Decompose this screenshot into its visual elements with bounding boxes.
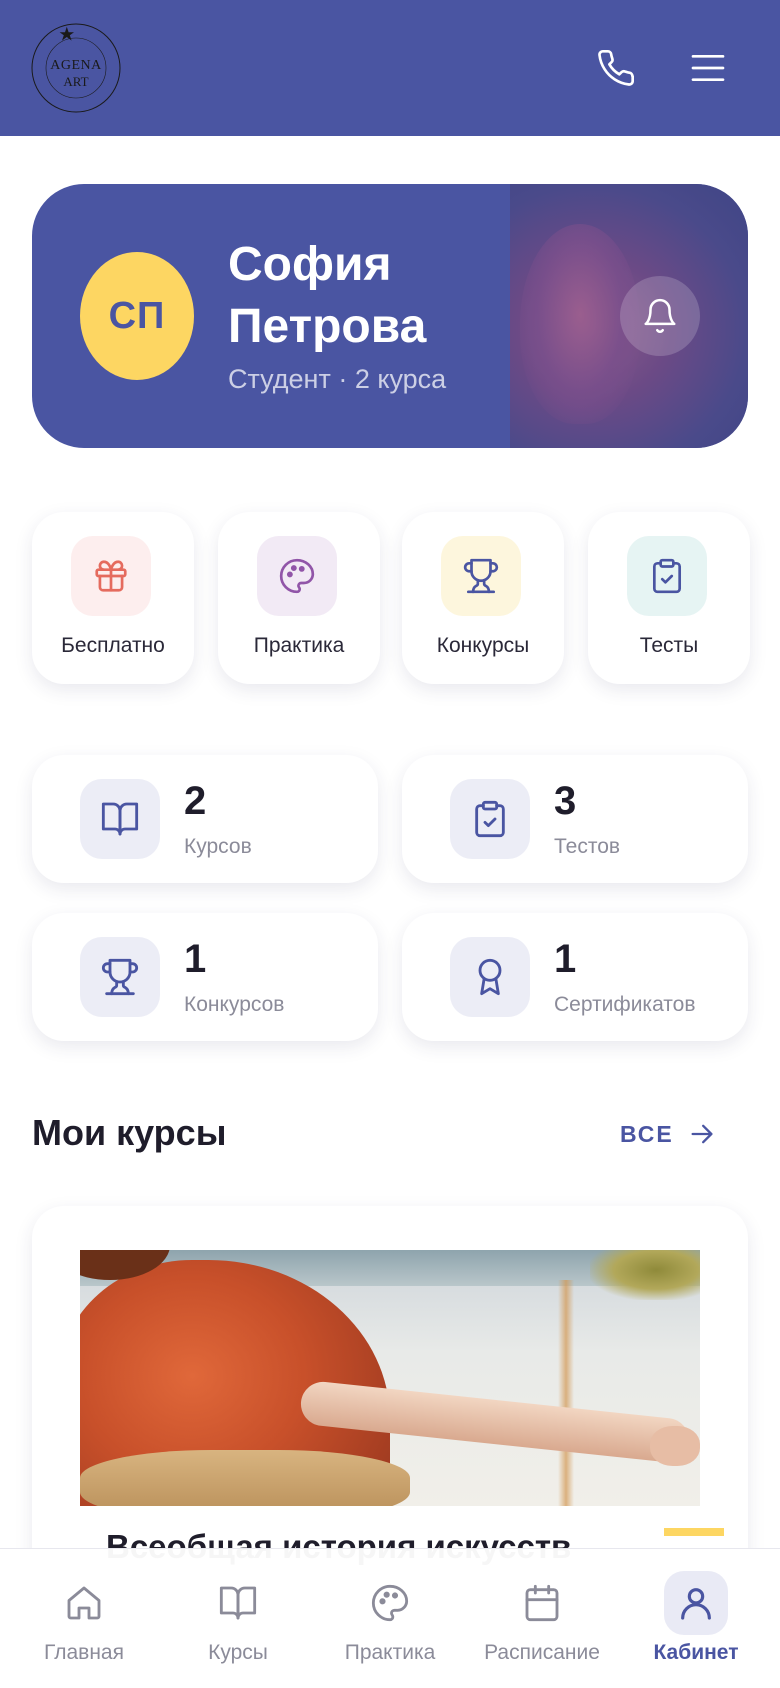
call-button[interactable] [588,40,644,96]
award-icon [478,958,502,996]
trophy-icon [463,558,499,594]
nav-label: Расписание [484,1641,600,1664]
nav-label: Практика [344,1641,436,1664]
top-app-bar: AGENA ART [0,0,780,136]
bell-icon [644,298,676,333]
stat-icon-box [80,937,160,1017]
profile-name: София Петрова [228,234,508,358]
nav-icon-box [510,1571,574,1635]
quick-action-label: Тесты [639,634,699,657]
stat-value: 2 [184,779,207,823]
menu-icon [691,55,725,81]
nav-label: Кабинет [653,1641,739,1664]
nav-icon-box [664,1571,728,1635]
cover-marble-vein [558,1280,574,1506]
profile-first-name: София [228,238,392,291]
quick-action-free[interactable]: Бесплатно [32,512,194,684]
calendar-icon [525,1584,559,1622]
palette-icon [279,558,315,594]
my-courses-title: Мои курсы [32,1112,227,1153]
cover-figure-sash [80,1450,410,1506]
clipboard-icon [475,800,505,838]
nav-item-courses[interactable]: Курсы [160,1549,316,1688]
profile-last-name: Петрова [228,300,427,353]
stat-icon-box [450,779,530,859]
bottom-navigation: Главная Курсы Практика Расписание Кабине… [0,1548,780,1688]
stat-courses[interactable]: 2 Курсов [32,755,378,883]
logo-word-agena: AGENA [50,58,102,73]
stat-contests[interactable]: 1 Конкурсов [32,913,378,1041]
avatar[interactable]: СП [80,252,194,380]
nav-item-schedule[interactable]: Расписание [464,1549,620,1688]
stat-label: Конкурсов [184,993,285,1016]
palette-icon [371,1584,409,1622]
gift-icon [95,560,127,592]
stat-icon-box [80,779,160,859]
book-icon [101,802,139,836]
quick-action-label: Практика [253,634,345,657]
quick-action-tests[interactable]: Тесты [588,512,750,684]
quick-action-icon-box [441,536,521,616]
trophy-icon [101,958,139,996]
home-icon [67,1586,101,1620]
quick-action-icon-box [71,536,151,616]
stat-value: 3 [554,779,577,823]
profile-role: Студент · 2 курса [228,364,447,394]
menu-button[interactable] [680,40,736,96]
stat-label: Курсов [184,835,252,858]
course-cover-image [80,1250,700,1506]
nav-item-cabinet[interactable]: Кабинет [618,1549,774,1688]
stat-label: Тестов [554,835,621,858]
avatar-initials: СП [108,294,166,337]
stat-value: 1 [554,937,577,981]
quick-action-practice[interactable]: Практика [218,512,380,684]
arrow-right-icon [691,1124,713,1144]
logo-word-art: ART [63,74,89,89]
stat-tests[interactable]: 3 Тестов [402,755,748,883]
nav-icon-box [52,1571,116,1635]
stat-certificates[interactable]: 1 Сертификатов [402,913,748,1041]
stat-value: 1 [184,937,207,981]
quick-action-label: Бесплатно [61,634,165,657]
nav-label: Курсы [208,1641,268,1664]
user-icon [681,1588,711,1620]
quick-action-contests[interactable]: Конкурсы [402,512,564,684]
nav-item-home[interactable]: Главная [6,1549,162,1688]
see-all-label: ВСЕ [620,1120,674,1147]
quick-action-icon-box [257,536,337,616]
cover-figure-hand [650,1426,700,1466]
course-accent-tag [664,1528,724,1536]
phone-icon [598,49,635,86]
profile-card[interactable]: СП София Петрова Студент · 2 курса [32,184,748,448]
notifications-button[interactable] [620,276,700,356]
see-all-courses-link[interactable]: ВСЕ [620,1120,716,1148]
nav-icon-box [358,1571,422,1635]
agena-art-logo[interactable]: AGENA ART [28,20,124,116]
clipboard-icon [652,558,682,594]
cover-tree [590,1250,700,1300]
nav-item-practice[interactable]: Практика [312,1549,468,1688]
stat-icon-box [450,937,530,1017]
stat-label: Сертификатов [554,993,696,1016]
nav-label: Главная [44,1641,124,1664]
quick-action-icon-box [627,536,707,616]
book-icon [219,1586,257,1620]
nav-icon-box [206,1571,270,1635]
quick-action-label: Конкурсы [436,634,530,657]
